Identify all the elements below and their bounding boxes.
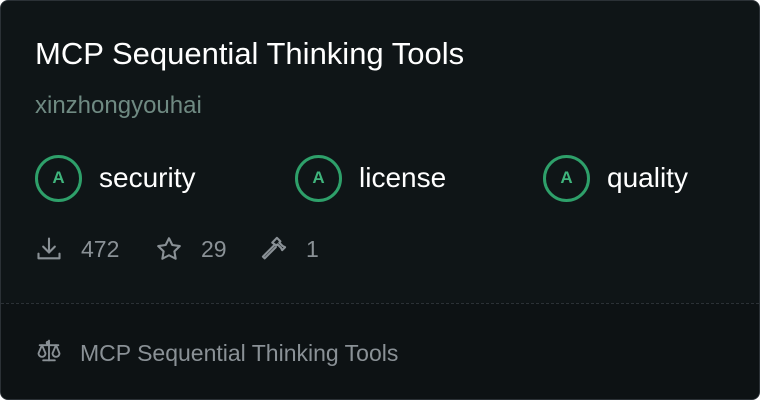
downloads-count: 472 — [81, 235, 120, 262]
security-label: security — [99, 162, 196, 193]
quality-label: quality — [607, 162, 688, 193]
download-icon — [35, 235, 63, 263]
stars-stat: 29 — [155, 233, 227, 265]
server-author[interactable]: xinzhongyouhai — [35, 90, 202, 122]
card-footer: MCP Sequential Thinking Tools — [1, 303, 759, 399]
star-icon — [155, 235, 183, 263]
hammer-icon — [260, 235, 288, 263]
license-label: license — [359, 162, 447, 193]
scale-icon — [35, 337, 63, 370]
license-grade: A — [295, 154, 342, 202]
tools-stat: 1 — [260, 233, 319, 265]
server-title: MCP Sequential Thinking Tools — [35, 36, 465, 71]
quality-grade: A — [543, 154, 590, 202]
server-card[interactable]: MCP Sequential Thinking Tools xinzhongyo… — [0, 0, 760, 400]
security-badge[interactable]: A security — [35, 154, 195, 202]
downloads-stat: 472 — [35, 233, 119, 265]
footer-text: MCP Sequential Thinking Tools — [80, 339, 399, 366]
security-grade: A — [35, 154, 82, 202]
license-badge[interactable]: A license — [295, 154, 446, 202]
quality-badge[interactable]: A quality — [543, 154, 688, 202]
tools-count: 1 — [306, 235, 319, 262]
footer-row: MCP Sequential Thinking Tools — [35, 337, 398, 369]
stars-count: 29 — [201, 235, 227, 262]
